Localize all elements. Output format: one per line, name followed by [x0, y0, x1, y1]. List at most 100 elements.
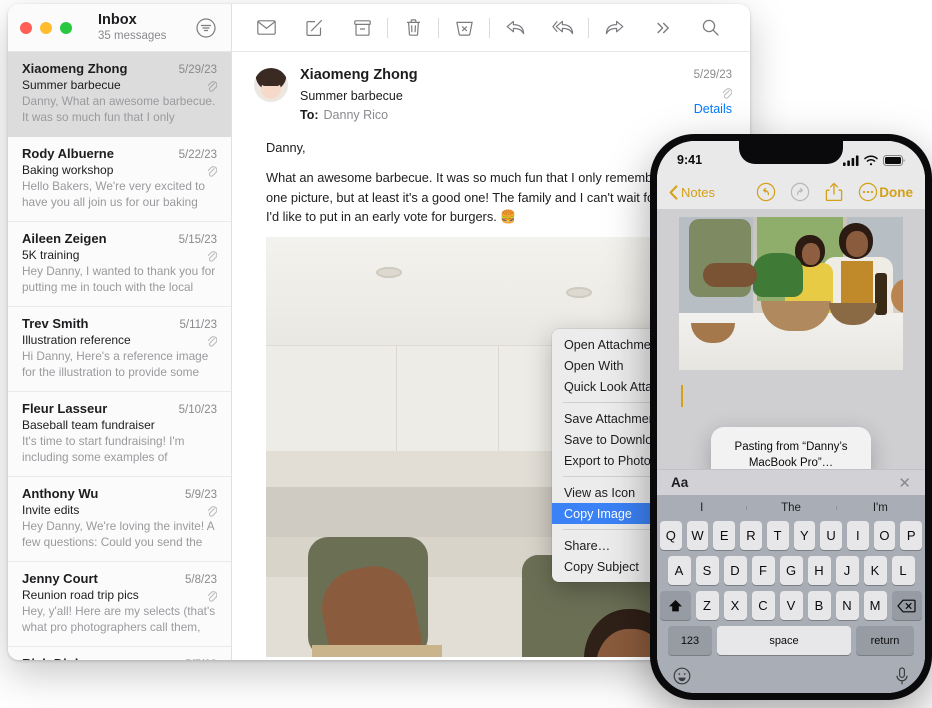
numbers-key[interactable]: 123 — [668, 626, 712, 655]
reply-all-arrow-icon[interactable] — [547, 13, 579, 43]
message-list[interactable]: Xiaomeng Zhong 5/29/23 Summer barbecue Dann… — [8, 52, 231, 660]
key-r[interactable]: R — [740, 521, 762, 550]
microphone-icon[interactable] — [895, 667, 909, 685]
message-list-item[interactable]: Rich Dinh5/5/23Trip to Zion National Par… — [8, 647, 231, 660]
key-g[interactable]: G — [779, 556, 803, 585]
back-to-notes-button[interactable]: Notes — [669, 185, 715, 200]
key-v[interactable]: V — [779, 591, 803, 620]
message-list-item[interactable]: Rody Albuerne 5/22/23 Baking workshop Hello… — [8, 137, 231, 222]
key-s[interactable]: S — [695, 556, 719, 585]
message-subject: Summer barbecue — [22, 78, 121, 92]
archive-box-icon[interactable] — [346, 13, 378, 43]
message-list-item[interactable]: Aileen Zeigen 5/15/23 5K training Hey Danny… — [8, 222, 231, 307]
message-list-item[interactable]: Trev Smith 5/11/23 Illustration reference H… — [8, 307, 231, 392]
key-t[interactable]: T — [766, 521, 789, 550]
backspace-icon[interactable] — [891, 591, 922, 620]
key-b[interactable]: B — [807, 591, 831, 620]
message-subject: Reunion road trip pics — [22, 588, 139, 602]
key-q[interactable]: Q — [659, 521, 682, 550]
key-i[interactable]: I — [846, 521, 869, 550]
key-a[interactable]: A — [667, 556, 691, 585]
keyboard-row-3[interactable]: ZXCVBNM — [657, 591, 925, 626]
format-aa-button[interactable]: Aa — [671, 475, 688, 490]
mail-toolbar[interactable] — [232, 4, 750, 52]
key-z[interactable]: Z — [695, 591, 719, 620]
keyboard-footer[interactable] — [657, 661, 925, 691]
note-format-bar[interactable]: Aa ✕ — [657, 469, 925, 495]
battery-icon — [883, 154, 905, 166]
trash-icon[interactable] — [397, 13, 429, 43]
prediction-item[interactable]: I — [657, 502, 746, 514]
key-y[interactable]: Y — [793, 521, 816, 550]
done-button[interactable]: Done — [879, 185, 913, 200]
paste-dialog-text: Pasting from “Danny’s MacBook Pro”… — [711, 427, 871, 469]
message-list-item[interactable]: Xiaomeng Zhong 5/29/23 Summer barbecue Dann… — [8, 52, 231, 137]
cellular-bars-icon — [843, 155, 859, 166]
filter-circle-icon[interactable] — [195, 17, 217, 39]
message-subject: Illustration reference — [22, 333, 131, 347]
keyboard-row-1[interactable]: QWERTYUIOP — [657, 521, 925, 556]
window-traffic-lights[interactable] — [20, 21, 72, 34]
key-d[interactable]: D — [723, 556, 747, 585]
keyboard-row-2[interactable]: ASDFGHJKL — [657, 556, 925, 591]
envelope-icon[interactable] — [250, 13, 282, 43]
key-p[interactable]: P — [900, 521, 923, 550]
message-subject: Baseball team fundraiser — [22, 418, 155, 432]
prediction-item[interactable]: I'm — [835, 502, 925, 514]
close-keyboard-button[interactable]: ✕ — [898, 474, 911, 492]
message-preview: Danny, What an awesome barbecue. It was … — [22, 94, 216, 126]
details-link[interactable]: Details — [694, 100, 732, 119]
emoji-smiley-icon[interactable] — [673, 667, 691, 685]
notes-nav-bar[interactable]: Notes Done — [657, 175, 925, 209]
message-list-pane: Inbox 35 messages Xiaomeng Zhong 5/29/23 S… — [8, 4, 232, 660]
chevron-double-right-icon[interactable] — [646, 13, 678, 43]
space-key[interactable]: space — [717, 626, 851, 655]
key-c[interactable]: C — [751, 591, 775, 620]
key-x[interactable]: X — [723, 591, 747, 620]
key-e[interactable]: E — [713, 521, 736, 550]
shift-arrow-icon[interactable] — [660, 591, 691, 620]
message-list-item[interactable]: Jenny Court 5/8/23 Reunion road trip pics H… — [8, 562, 231, 647]
junk-bin-icon[interactable] — [448, 13, 480, 43]
key-n[interactable]: N — [835, 591, 859, 620]
share-icon[interactable] — [823, 181, 845, 203]
menu-item-label: View as Icon — [564, 485, 636, 500]
forward-arrow-icon[interactable] — [598, 13, 630, 43]
message-list-item[interactable]: Fleur Lasseur 5/10/23 Baseball team fundra… — [8, 392, 231, 477]
message-sender: Rich Dinh — [22, 656, 83, 660]
predictive-text-bar[interactable]: I The I'm — [657, 495, 925, 521]
zoom-window-button[interactable] — [60, 21, 72, 34]
keyboard-bottom-row[interactable]: 123 space return — [657, 626, 925, 661]
key-o[interactable]: O — [873, 521, 896, 550]
menu-item-label: Copy Subject — [564, 559, 639, 574]
key-l[interactable]: L — [891, 556, 915, 585]
key-f[interactable]: F — [751, 556, 775, 585]
minimize-window-button[interactable] — [40, 21, 52, 34]
return-key[interactable]: return — [856, 626, 914, 655]
paperclip-icon — [206, 249, 217, 262]
key-j[interactable]: J — [835, 556, 859, 585]
search-icon[interactable] — [694, 13, 726, 43]
to-value[interactable]: Danny Rico — [324, 108, 389, 122]
iphone-screen: 9:41 Notes Done Pasting from “Danny’s Ma… — [657, 141, 925, 693]
reply-arrow-icon[interactable] — [499, 13, 531, 43]
key-h[interactable]: H — [807, 556, 831, 585]
key-m[interactable]: M — [863, 591, 887, 620]
ios-keyboard[interactable]: I The I'm QWERTYUIOP ASDFGHJKL ZXCVBNM 1… — [657, 495, 925, 693]
key-u[interactable]: U — [820, 521, 842, 550]
family-cooking-photo[interactable] — [679, 217, 903, 370]
message-list-item[interactable]: Anthony Wu 5/9/23 Invite edits Hey Danny, W… — [8, 477, 231, 562]
prediction-item[interactable]: The — [746, 502, 835, 514]
undo-icon[interactable] — [755, 181, 777, 203]
keyboard-row-3-letters[interactable]: ZXCVBNM — [695, 591, 887, 620]
note-content-area[interactable]: Pasting from “Danny’s MacBook Pro”… Canc… — [657, 209, 925, 469]
compose-icon[interactable] — [298, 13, 330, 43]
key-k[interactable]: K — [863, 556, 887, 585]
key-w[interactable]: W — [686, 521, 709, 550]
mailbox-title-block: Inbox 35 messages — [98, 12, 166, 43]
message-header-meta: 5/29/23 Details — [694, 66, 732, 124]
close-window-button[interactable] — [20, 21, 32, 34]
paperclip-icon — [206, 79, 217, 92]
ellipsis-circle-icon[interactable] — [857, 181, 879, 203]
paperclip-icon — [206, 589, 217, 602]
